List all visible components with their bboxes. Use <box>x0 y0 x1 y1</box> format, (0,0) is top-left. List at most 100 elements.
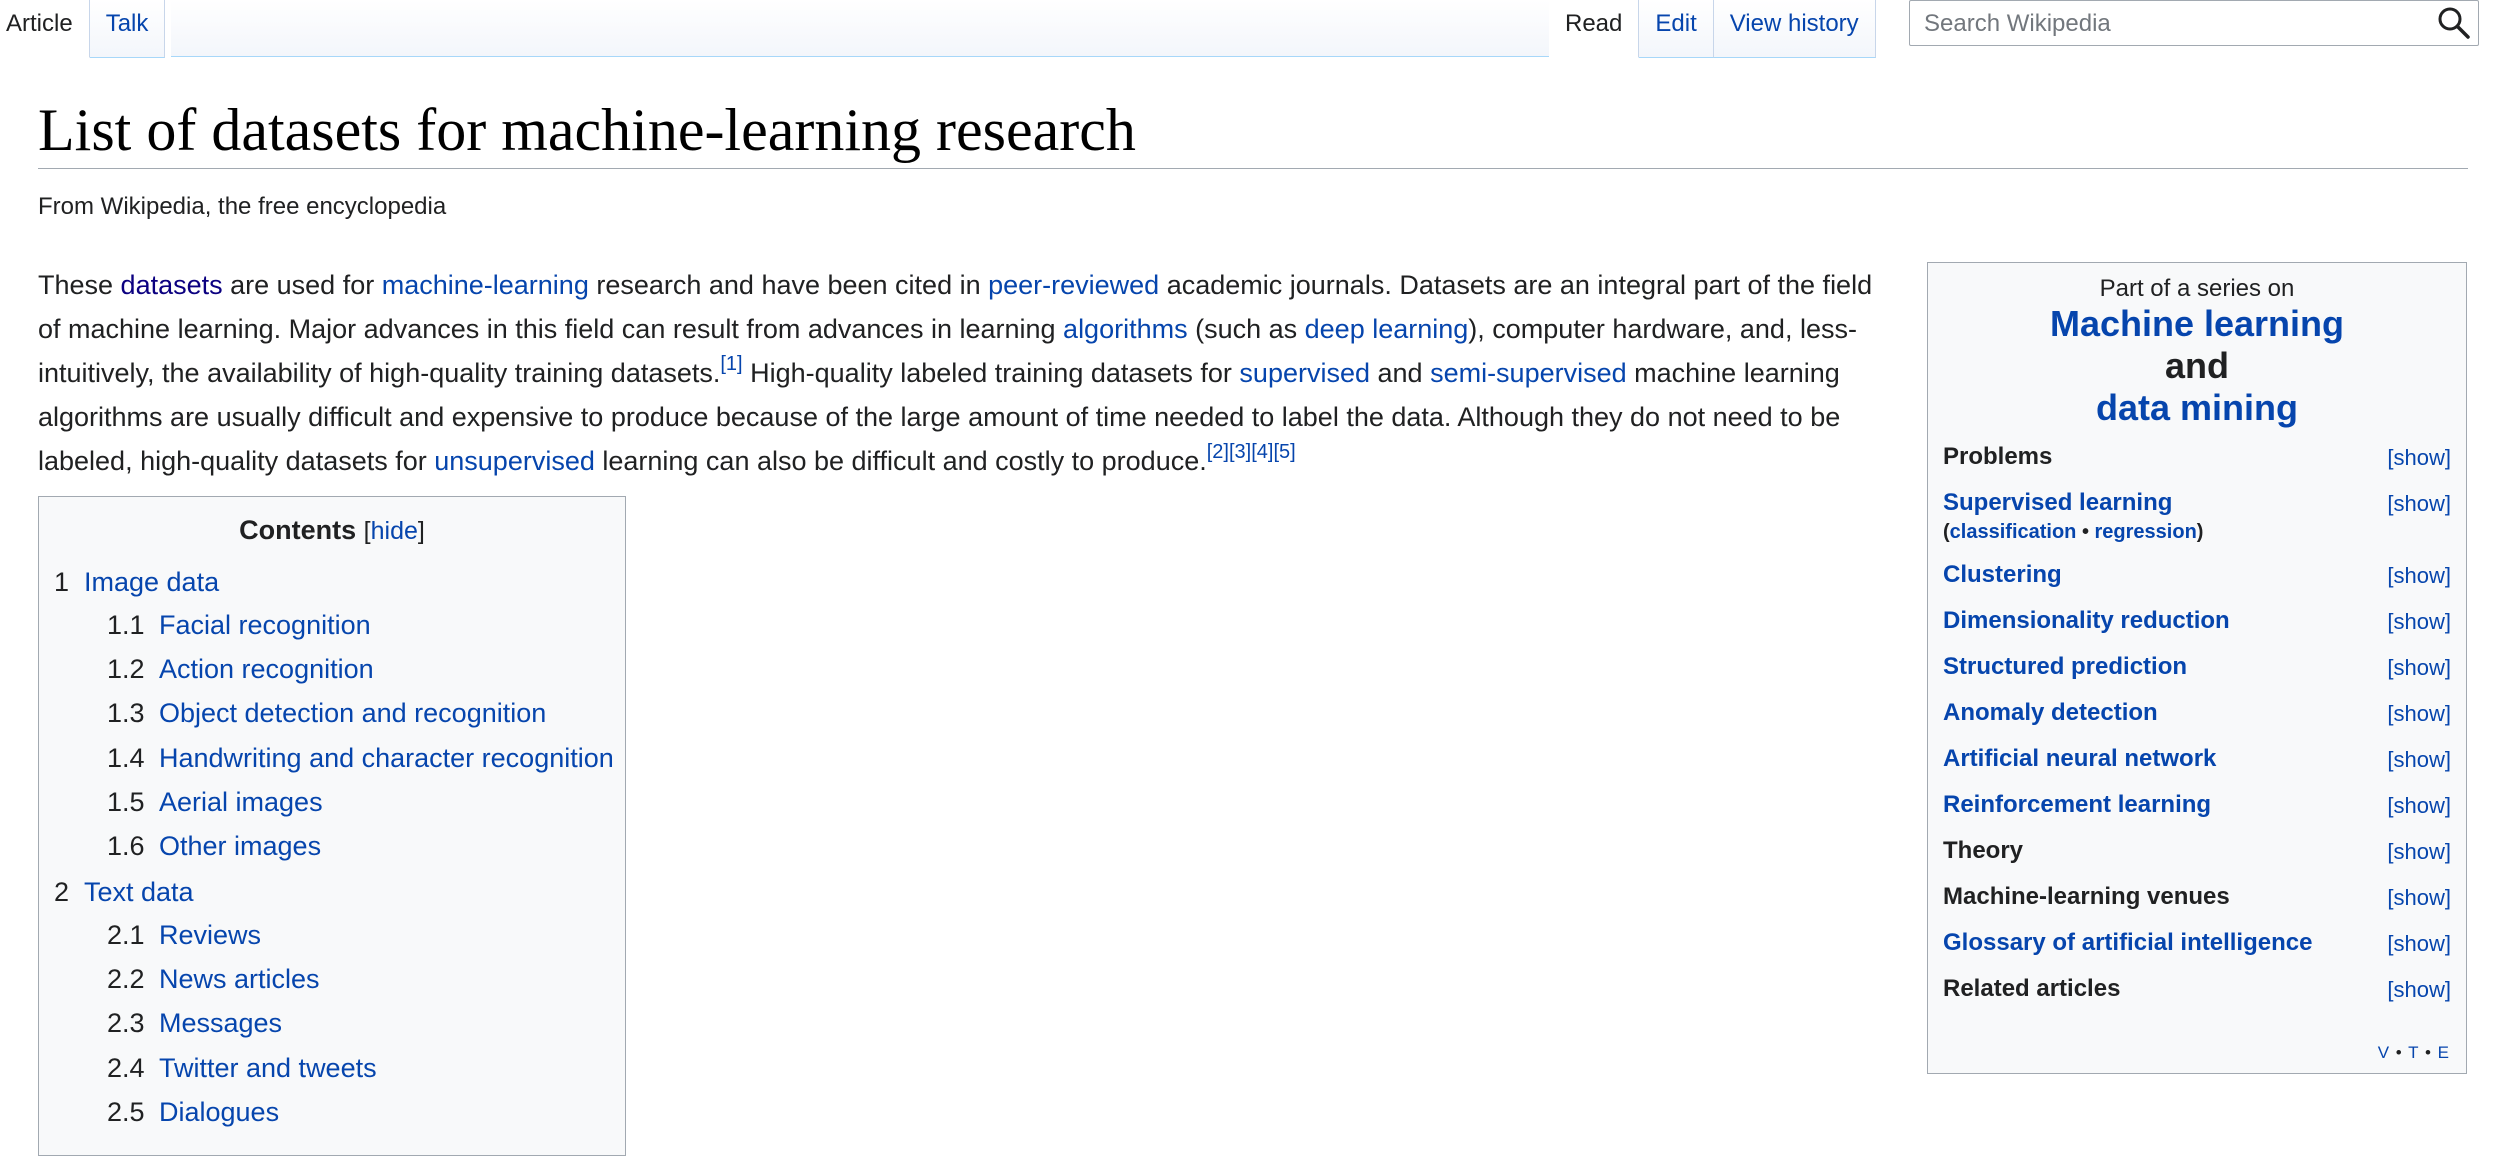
reference-5[interactable]: [5] <box>1274 441 1296 463</box>
toc-item[interactable]: 1.3 Object detection and recognition <box>107 698 546 729</box>
toc-number: 1.6 <box>107 831 145 861</box>
sidebar-row-reinforcement-learning: Reinforcement learning [show] <box>1943 791 2451 819</box>
sidebar-row-link[interactable]: Clustering <box>1943 561 2062 588</box>
link-datasets[interactable]: datasets <box>121 270 223 300</box>
sidebar-row-label: Problems <box>1943 443 2053 470</box>
toc-number: 1.3 <box>107 698 145 728</box>
view-template-link[interactable]: V <box>2378 1043 2390 1062</box>
sub-paren: ( <box>1943 521 1950 543</box>
sidebar-show-toggle[interactable]: [show] <box>2387 491 2451 517</box>
link-regression[interactable]: regression <box>2095 521 2197 543</box>
toc-link[interactable]: Reviews <box>159 920 261 950</box>
sidebar-show-toggle[interactable]: [show] <box>2387 931 2451 957</box>
toc-item[interactable]: 1.5 Aerial images <box>107 787 323 818</box>
toc-item[interactable]: 2.5 Dialogues <box>107 1097 279 1128</box>
toc-number: 1.5 <box>107 787 145 817</box>
search-icon[interactable] <box>2436 5 2472 41</box>
search-box <box>1909 0 2479 47</box>
sidebar-row-link[interactable]: Reinforcement learning <box>1943 791 2211 818</box>
reference-1[interactable]: [1] <box>720 353 742 375</box>
link-peer-reviewed[interactable]: peer-reviewed <box>988 270 1159 300</box>
toc-link[interactable]: Image data <box>84 567 219 597</box>
sidebar-show-toggle[interactable]: [show] <box>2387 885 2451 911</box>
reference-4[interactable]: [4] <box>1251 441 1273 463</box>
reference-2[interactable]: [2] <box>1207 441 1229 463</box>
intro-text: These <box>38 270 121 300</box>
sidebar-row-artificial-neural-network: Artificial neural network [show] <box>1943 745 2451 773</box>
intro-paragraph: These datasets are used for machine-lear… <box>38 263 1898 483</box>
sidebar-show-toggle[interactable]: [show] <box>2387 977 2451 1003</box>
link-unsupervised[interactable]: unsupervised <box>434 446 595 476</box>
toc-link[interactable]: Twitter and tweets <box>159 1053 377 1083</box>
toc-item[interactable]: 2.2 News articles <box>107 964 320 995</box>
view-tabs: Read Edit View history <box>1549 0 1876 58</box>
toc-header: Contents [hide] <box>39 515 625 546</box>
sidebar-heading-and: and <box>2164 345 2229 386</box>
sidebar-row-dimensionality-reduction: Dimensionality reduction [show] <box>1943 607 2451 635</box>
link-classification[interactable]: classification <box>1950 521 2077 543</box>
sidebar-row-label: Related articles <box>1943 975 2121 1002</box>
sidebar-show-toggle[interactable]: [show] <box>2387 747 2451 773</box>
intro-text: learning can also be difficult and costl… <box>594 446 1207 476</box>
toc-item[interactable]: 1.1 Facial recognition <box>107 610 371 641</box>
sidebar-show-toggle[interactable]: [show] <box>2387 563 2451 589</box>
sidebar-row-link[interactable]: Artificial neural network <box>1943 745 2216 772</box>
sidebar-show-toggle[interactable]: [show] <box>2387 655 2451 681</box>
sidebar-show-toggle[interactable]: [show] <box>2387 445 2451 471</box>
tab-article[interactable]: Article <box>0 0 90 58</box>
toc-item[interactable]: 1.6 Other images <box>107 831 321 862</box>
toc-item[interactable]: 1.4 Handwriting and character recognition <box>107 743 614 774</box>
sidebar-show-toggle[interactable]: [show] <box>2387 609 2451 635</box>
series-sidebar: Part of a series on Machine learning and… <box>1927 262 2467 1074</box>
toc-number: 2.3 <box>107 1008 145 1038</box>
sidebar-row-link[interactable]: Anomaly detection <box>1943 699 2158 726</box>
toc-item[interactable]: 1 Image data <box>54 567 219 598</box>
toc-item[interactable]: 2.1 Reviews <box>107 920 261 951</box>
sidebar-show-toggle[interactable]: [show] <box>2387 839 2451 865</box>
toc-link[interactable]: Action recognition <box>159 654 374 684</box>
sidebar-row-link[interactable]: Structured prediction <box>1943 653 2187 680</box>
tab-bar-spacer <box>171 0 1550 57</box>
sidebar-heading-link-dm[interactable]: data mining <box>2096 387 2298 428</box>
link-deep-learning[interactable]: deep learning <box>1305 314 1469 344</box>
toc-number: 2.1 <box>107 920 145 950</box>
reference-3[interactable]: [3] <box>1229 441 1251 463</box>
sidebar-row-label: Machine-learning venues <box>1943 883 2230 910</box>
tab-read[interactable]: Read <box>1549 0 1640 58</box>
toc-number: 2.5 <box>107 1097 145 1127</box>
sidebar-row-ml-venues: Machine-learning venues [show] <box>1943 883 2451 911</box>
search-input[interactable] <box>1910 1 2426 47</box>
toc-link[interactable]: Facial recognition <box>159 610 371 640</box>
sidebar-row-link[interactable]: Glossary of artificial intelligence <box>1943 929 2312 956</box>
sidebar-show-toggle[interactable]: [show] <box>2387 793 2451 819</box>
toc-link[interactable]: Messages <box>159 1008 282 1038</box>
intro-text: High-quality labeled training datasets f… <box>742 358 1240 388</box>
toc-item[interactable]: 2.4 Twitter and tweets <box>107 1053 377 1084</box>
sidebar-row-link[interactable]: Supervised learning <box>1943 489 2172 516</box>
toc-link[interactable]: Dialogues <box>159 1097 279 1127</box>
sidebar-show-toggle[interactable]: [show] <box>2387 701 2451 727</box>
sub-paren: ) <box>2196 521 2204 543</box>
tab-edit[interactable]: Edit <box>1639 0 1714 58</box>
tab-view-history[interactable]: View history <box>1713 0 1876 58</box>
edit-template-link[interactable]: E <box>2438 1043 2450 1062</box>
toc-item[interactable]: 2.3 Messages <box>107 1008 282 1039</box>
toc-link[interactable]: News articles <box>159 964 320 994</box>
toc-link[interactable]: Other images <box>159 831 321 861</box>
toc-link[interactable]: Object detection and recognition <box>159 698 546 728</box>
toc-link[interactable]: Text data <box>84 877 194 907</box>
sidebar-heading-link-ml[interactable]: Machine learning <box>2050 303 2344 344</box>
link-semi-supervised[interactable]: semi-supervised <box>1430 358 1627 388</box>
tab-talk[interactable]: Talk <box>89 0 166 58</box>
sidebar-row-link[interactable]: Dimensionality reduction <box>1943 607 2230 634</box>
talk-template-link[interactable]: T <box>2408 1043 2419 1062</box>
toc-link[interactable]: Aerial images <box>159 787 323 817</box>
toc-hide-link[interactable]: hide <box>371 517 418 545</box>
sub-separator: • <box>2076 521 2095 543</box>
toc-item[interactable]: 2 Text data <box>54 877 194 908</box>
toc-item[interactable]: 1.2 Action recognition <box>107 654 374 685</box>
link-machine-learning[interactable]: machine-learning <box>382 270 589 300</box>
toc-link[interactable]: Handwriting and character recognition <box>159 743 614 773</box>
link-supervised[interactable]: supervised <box>1239 358 1370 388</box>
link-algorithms[interactable]: algorithms <box>1063 314 1188 344</box>
